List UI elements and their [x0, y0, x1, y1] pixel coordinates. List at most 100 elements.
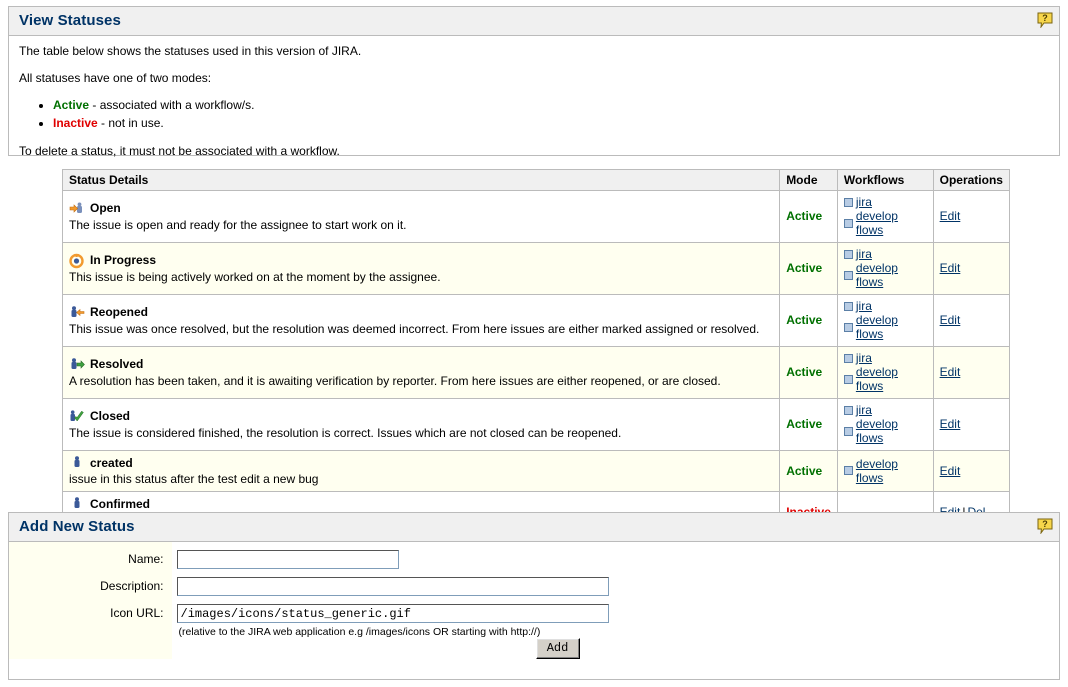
iconurl-input[interactable] — [177, 604, 609, 623]
status-description: This issue is being actively worked on a… — [69, 270, 773, 284]
status-mode-badge: Active — [786, 209, 822, 223]
view-statuses-header: View Statuses ? — [9, 7, 1059, 36]
status-mode-badge: Active — [786, 365, 822, 379]
workflow-link[interactable]: jira — [856, 195, 872, 209]
column-header-operations: Operations — [933, 170, 1009, 191]
edit-link[interactable]: Edit — [940, 313, 961, 327]
add-status-form: Name: Description: Icon URL: (relative t… — [9, 542, 1059, 659]
modes-list: Active - associated with a workflow/s. I… — [19, 98, 1049, 131]
status-name: In Progress — [90, 253, 156, 268]
table-row: Open The issue is open and ready for the … — [63, 191, 1010, 243]
status-mode-badge: Active — [786, 417, 822, 431]
workflows-cell: jiradevelop flows — [837, 347, 933, 399]
modes-intro-text: All statuses have one of two modes: — [19, 71, 1049, 85]
iconurl-field-cell: (relative to the JIRA web application e.… — [172, 596, 1059, 638]
workflow-item: jira — [844, 195, 927, 209]
status-name: created — [90, 456, 133, 471]
workflow-item: jira — [844, 351, 927, 365]
status-mode-cell: Active — [780, 347, 838, 399]
status-name: Reopened — [90, 305, 148, 320]
status-mode-badge: Active — [786, 464, 822, 478]
page-root: View Statuses ? The table below shows th… — [0, 0, 1068, 687]
help-bubble-icon[interactable]: ? — [1037, 12, 1053, 28]
mode-inactive-label: Inactive — [53, 116, 98, 130]
workflow-link[interactable]: develop flows — [856, 457, 927, 485]
workflow-link[interactable]: jira — [856, 247, 872, 261]
name-input[interactable] — [177, 550, 399, 569]
status-reopened-icon — [69, 305, 85, 321]
status-details-cell: ResolvedA resolution has been taken, and… — [63, 347, 780, 399]
workflow-item: develop flows — [844, 417, 927, 445]
workflow-square-icon — [844, 198, 853, 207]
status-name: Open — [90, 201, 121, 216]
edit-link[interactable]: Edit — [940, 365, 961, 379]
mode-active-label: Active — [53, 98, 89, 112]
svg-text:?: ? — [1042, 519, 1048, 529]
status-description: A resolution has been taken, and it is a… — [69, 374, 773, 388]
operations-cell: Edit — [933, 451, 1009, 492]
page-title: View Statuses — [19, 13, 1051, 29]
operations-cell: Edit — [933, 191, 1009, 243]
iconurl-label: Icon URL: — [9, 596, 172, 638]
workflow-link[interactable]: develop flows — [856, 209, 927, 237]
status-mode-cell: Active — [780, 243, 838, 295]
add-status-title: Add New Status — [19, 519, 1051, 535]
status-description: The issue is open and ready for the assi… — [69, 218, 773, 232]
status-mode-cell: Active — [780, 399, 838, 451]
workflow-link[interactable]: jira — [856, 351, 872, 365]
edit-link[interactable]: Edit — [940, 464, 961, 478]
workflow-square-icon — [844, 375, 853, 384]
column-header-mode: Mode — [780, 170, 838, 191]
workflow-link[interactable]: develop flows — [856, 313, 927, 341]
status-name: Closed — [90, 409, 130, 424]
workflow-link[interactable]: jira — [856, 403, 872, 417]
edit-link[interactable]: Edit — [940, 261, 961, 275]
status-details-cell: createdissue in this status after the te… — [63, 451, 780, 492]
status-description: issue in this status after the test edit… — [69, 472, 773, 486]
workflow-item: jira — [844, 403, 927, 417]
table-row: In Progress This issue is being actively … — [63, 243, 1010, 295]
help-bubble-icon[interactable]: ? — [1037, 518, 1053, 534]
workflow-square-icon — [844, 354, 853, 363]
status-inprogress-icon — [69, 253, 85, 269]
workflow-square-icon — [844, 302, 853, 311]
workflow-link[interactable]: jira — [856, 299, 872, 313]
edit-link[interactable]: Edit — [940, 417, 961, 431]
workflow-link[interactable]: develop flows — [856, 365, 927, 393]
workflow-square-icon — [844, 219, 853, 228]
status-description: The issue is considered finished, the re… — [69, 426, 773, 440]
table-row: ReopenedThis issue was once resolved, bu… — [63, 295, 1010, 347]
workflows-cell: jiradevelop flows — [837, 243, 933, 295]
svg-text:?: ? — [1042, 13, 1048, 23]
column-header-workflows: Workflows — [837, 170, 933, 191]
view-statuses-body: The table below shows the statuses used … — [9, 36, 1059, 164]
description-label: Description: — [9, 569, 172, 596]
status-name-line: Closed — [69, 409, 773, 425]
status-details-cell: Open The issue is open and ready for the … — [63, 191, 780, 243]
edit-link[interactable]: Edit — [940, 209, 961, 223]
status-open-icon — [69, 201, 85, 217]
mode-inactive-desc: - not in use. — [98, 116, 164, 130]
status-name-line: created — [69, 455, 773, 471]
description-input[interactable] — [177, 577, 609, 596]
workflows-cell: jiradevelop flows — [837, 191, 933, 243]
status-name-line: Resolved — [69, 357, 773, 373]
operations-cell: Edit — [933, 347, 1009, 399]
status-name-line: Open — [69, 201, 773, 217]
submit-row: Add — [9, 638, 1059, 659]
status-details-cell: In Progress This issue is being actively … — [63, 243, 780, 295]
table-row: ResolvedA resolution has been taken, and… — [63, 347, 1010, 399]
status-mode-cell: Active — [780, 451, 838, 492]
workflow-item: develop flows — [844, 261, 927, 289]
mode-active-item: Active - associated with a workflow/s. — [53, 98, 1049, 113]
status-generic-icon — [69, 496, 85, 512]
name-field-row: Name: — [9, 542, 1059, 569]
delete-note-text: To delete a status, it must not be assoc… — [19, 144, 1049, 158]
workflow-link[interactable]: develop flows — [856, 261, 927, 289]
workflow-link[interactable]: develop flows — [856, 417, 927, 445]
workflow-square-icon — [844, 427, 853, 436]
workflows-cell: develop flows — [837, 451, 933, 492]
add-button[interactable]: Add — [536, 638, 580, 659]
status-name-line: Reopened — [69, 305, 773, 321]
mode-inactive-item: Inactive - not in use. — [53, 116, 1049, 131]
